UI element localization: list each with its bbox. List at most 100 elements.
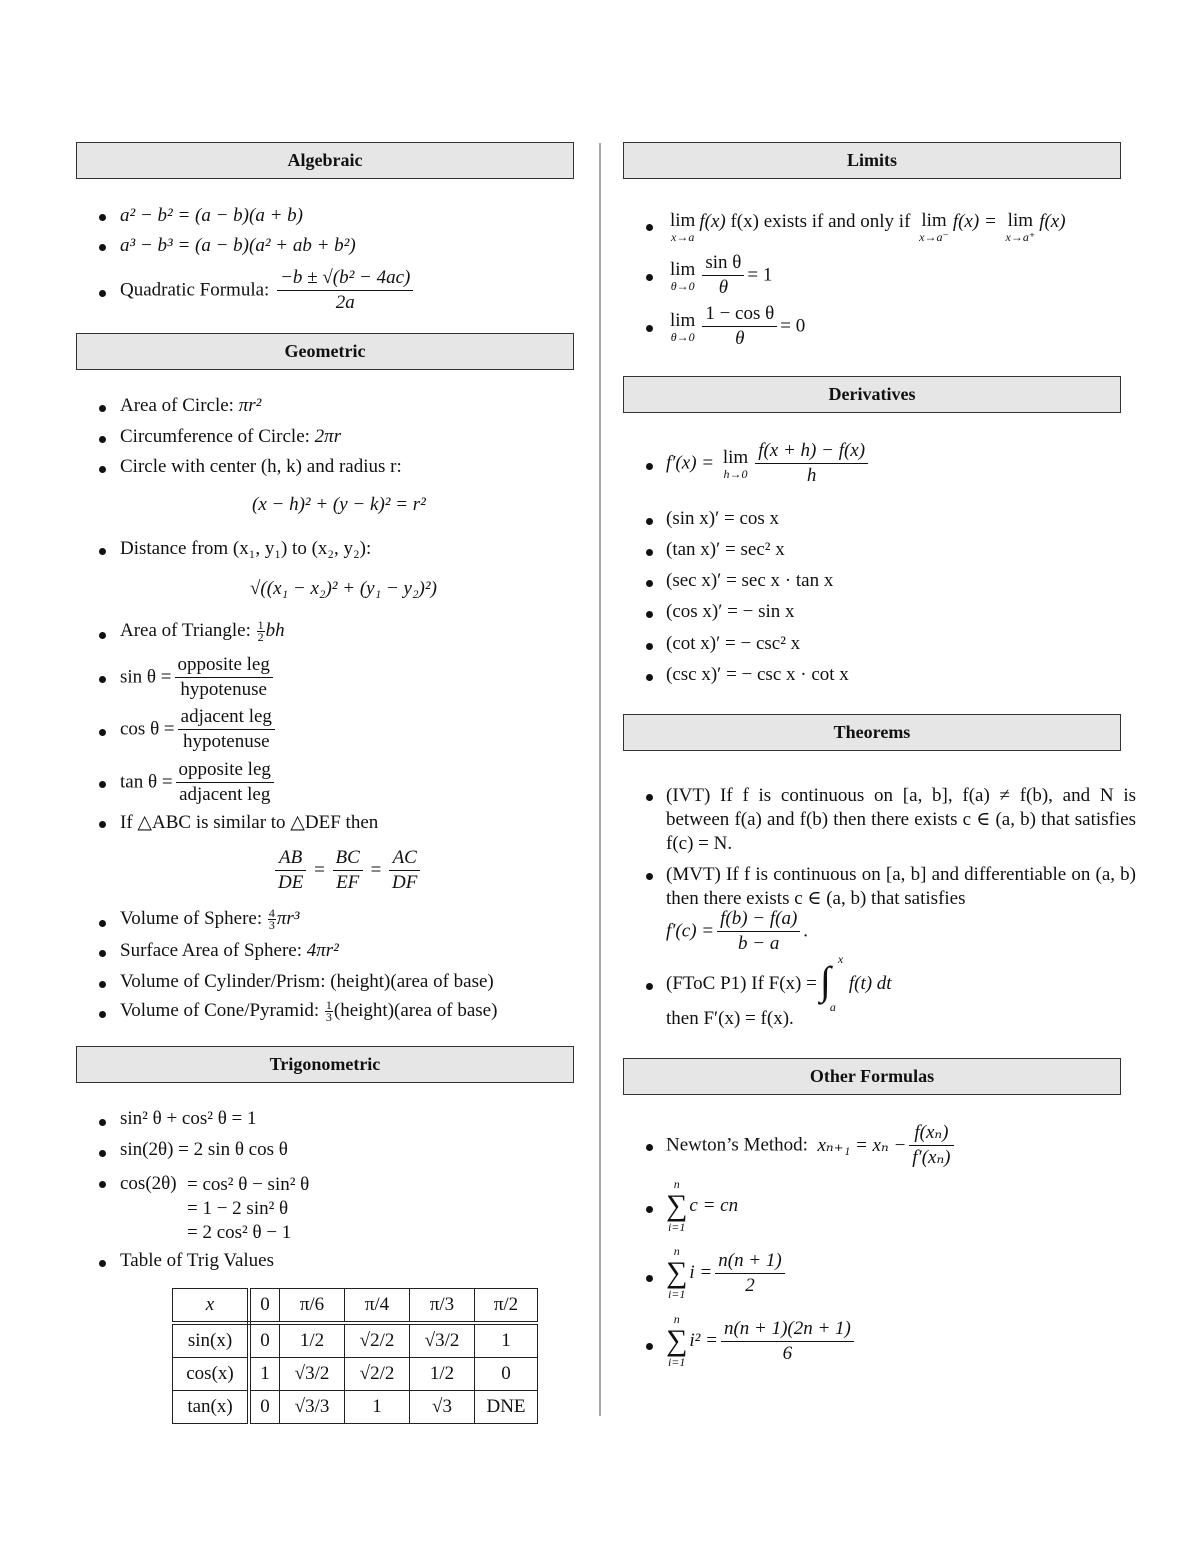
table-cell: 0 <box>248 1288 280 1325</box>
section-title: Limits <box>846 150 897 170</box>
quadratic-label: Quadratic Formula: <box>120 279 270 301</box>
fraction: n(n + 1)(2n + 1) 6 <box>720 1317 854 1366</box>
label: Area of Triangle: <box>120 620 251 641</box>
label: Area of Circle: <box>120 395 234 416</box>
formula-derivative-sin: (sin x)′ = cos x <box>666 508 780 529</box>
body: i = <box>689 1262 713 1283</box>
formula-circumference: Circumference of Circle: 2πr <box>120 426 341 448</box>
body: c = cn <box>689 1195 739 1216</box>
end: . <box>803 920 809 942</box>
bullet <box>99 466 106 473</box>
table-cell: 1 <box>248 1357 280 1391</box>
formula-difference-of-squares: a² − b² = (a − b)(a + b) <box>120 205 303 226</box>
bullet <box>646 224 653 231</box>
lim-sub: θ→0 <box>670 329 695 344</box>
section-header-theorems: Theorems <box>623 714 1121 751</box>
bullet <box>99 729 106 736</box>
denominator: b − a <box>738 933 780 954</box>
limit-operator-left: lim x→a⁻ <box>919 211 949 244</box>
denominator: hypotenuse <box>183 731 270 752</box>
formula-distance-label: Distance from (x₁, y₁) to (x₂, y₂): <box>120 538 372 559</box>
fraction: f(b) − f(a) b − a <box>717 907 801 956</box>
lower: i=1 <box>667 1355 686 1369</box>
formula-limit-sin: lim θ→0 sin θ θ = 1 <box>666 251 772 300</box>
rhs: = 0 <box>780 315 806 337</box>
bullet <box>99 1119 106 1126</box>
summation-sign: n ∑ i=1 <box>666 1313 687 1369</box>
denominator: hypotenuse <box>180 679 267 700</box>
numerator: −b ± √(b² − 4ac) <box>277 266 414 291</box>
fraction: sin θθ <box>702 251 745 300</box>
formula-tangent: tan θ = opposite leg adjacent leg <box>120 758 277 807</box>
table-row: tan(x) 0 √3/3 1 √3 DNE <box>172 1390 538 1424</box>
limit-operator-right: lim x→a⁺ <box>1006 210 1036 244</box>
denominator: θ <box>718 277 729 298</box>
bullet <box>646 1206 653 1213</box>
fraction: f(xₙ) f′(xₙ) <box>909 1121 954 1170</box>
label: Circumference of Circle: <box>120 426 310 447</box>
section-title: Other Formulas <box>809 1066 935 1086</box>
formula-area-circle: Area of Circle: πr² <box>120 395 261 417</box>
formula-derivative-sec: (sec x)′ = sec x · tan x <box>666 570 834 591</box>
bullet <box>646 643 653 650</box>
section-title: Algebraic <box>287 150 363 170</box>
denominator: 2 <box>745 1274 755 1296</box>
bullet <box>646 611 653 618</box>
section-header-algebraic: Algebraic <box>76 142 574 179</box>
line: = 2 cos² θ − 1 <box>187 1222 292 1243</box>
formula-double-angle-sine: sin(2θ) = 2 sin θ cos θ <box>120 1139 288 1160</box>
numerator: f(xₙ) <box>909 1121 954 1146</box>
numerator: opposite leg <box>175 758 274 783</box>
bullet <box>99 632 106 639</box>
formula-derivative-cot: (cot x)′ = − csc² x <box>666 633 801 654</box>
denominator: h <box>806 465 817 486</box>
formula-sphere-surface: Surface Area of Sphere: 4πr² <box>120 940 339 962</box>
lower-limit: a <box>829 1000 836 1014</box>
table-cell: tan(x) <box>172 1390 251 1424</box>
limit-operator: lim θ→0 <box>670 259 695 292</box>
table-cell: 1 <box>474 1322 538 1358</box>
formula: 2πr <box>314 426 342 447</box>
limit-operator: lim h→0 <box>723 447 748 480</box>
lhs: f′(x) = <box>666 452 715 474</box>
table-cell: √3/2 <box>409 1322 475 1358</box>
end: f(x) <box>1039 211 1066 232</box>
denominator: 3 <box>325 1010 332 1025</box>
bullet <box>99 821 106 828</box>
numerator: AC <box>389 846 421 871</box>
table-cell: 0 <box>474 1357 538 1391</box>
lim-word: lim <box>1007 210 1034 231</box>
numerator: BC <box>332 846 363 871</box>
table-cell: 1/2 <box>409 1357 475 1391</box>
summation-sign: n ∑ i=1 <box>666 1178 687 1234</box>
formula-circle-equation: (x − h)² + (y − k)² = r² <box>252 494 426 515</box>
numerator: opposite leg <box>174 653 273 678</box>
bullet <box>646 983 653 990</box>
bullet <box>646 463 653 470</box>
formula-sine: sin θ = opposite leg hypotenuse <box>120 653 276 702</box>
formula: 4πr² <box>306 940 339 961</box>
section-title: Trigonometric <box>269 1054 381 1074</box>
trig-values-table: x 0 π/6 π/4 π/3 π/2 sin(x) 0 1/2 √2/2 √3… <box>172 1288 538 1424</box>
bullet <box>646 549 653 556</box>
bullet <box>646 518 653 525</box>
line: = cos² θ − sin² θ <box>187 1174 310 1195</box>
denominator: 2 <box>257 630 264 645</box>
lhs: f′(c) = <box>666 920 715 942</box>
formula-circle-label: Circle with center (h, k) and radius r: <box>120 456 402 477</box>
table-cell: sin(x) <box>172 1322 251 1358</box>
bullet <box>99 920 106 927</box>
numerator: adjacent leg <box>177 705 275 730</box>
formula-double-angle-cosine-lhs: cos(2θ) <box>120 1173 177 1194</box>
numerator: f(b) − f(a) <box>717 907 801 932</box>
label: Volume of Cone/Pyramid: <box>120 1000 320 1021</box>
integrand: f(t) dt <box>848 973 892 994</box>
section-header-limits: Limits <box>623 142 1121 179</box>
label: Newton’s Method: <box>666 1134 808 1156</box>
label: Volume of Cylinder/Prism: <box>120 971 326 992</box>
lead: (FToC P1) If F(x) = <box>666 973 817 994</box>
table-cell: x <box>172 1288 251 1325</box>
bullet <box>646 580 653 587</box>
fraction: f(x + h) − f(x) h <box>755 439 869 488</box>
lower: i=1 <box>667 1287 686 1301</box>
